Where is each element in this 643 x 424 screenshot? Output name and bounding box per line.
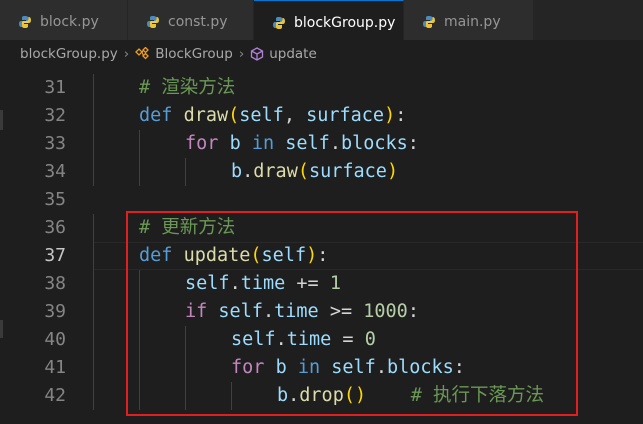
code-line[interactable]: 34 b.draw(surface) [0,158,643,186]
code-text: # 渲染方法 [139,74,235,102]
code-token: : [407,133,419,154]
code-token: in [251,133,275,154]
code-line[interactable]: 32 def draw(self, surface): [0,102,643,130]
method-symbol-icon [251,47,264,61]
code-token: def [139,105,173,126]
code-token: self [239,105,284,126]
indent-guide [93,326,94,354]
chevron-right-icon: › [123,46,130,62]
python-file-icon [422,15,436,29]
indent-guide [93,158,94,186]
code-text: def draw(self, surface): [139,102,406,130]
code-token: ( [297,161,309,182]
line-number: 36 [44,217,66,238]
python-file-icon [146,15,160,29]
line-number: 41 [44,357,66,378]
code-token: ) [386,161,399,182]
indent-guide [93,102,94,130]
indent-guide [93,298,94,326]
code-token: . [242,161,254,182]
code-token: draw [253,161,298,182]
code-token: b [229,133,241,154]
highlight-box [126,211,578,416]
breadcrumb-method[interactable]: update [250,46,317,62]
code-line[interactable]: 33 for b in self.blocks: [0,130,643,158]
indent-guide [93,242,94,270]
line-number: 37 [44,245,66,266]
code-token: . [329,133,341,154]
tab-label: const.py [168,14,228,30]
tab-blockgroup-py[interactable]: blockGroup.py ✕ [254,0,417,44]
indent-guide [93,270,94,298]
line-number: 40 [44,329,66,350]
line-number: 33 [44,133,66,154]
python-file-icon [18,15,32,29]
breadcrumb-class[interactable]: BlockGroup [135,46,233,62]
breadcrumb-method-label: update [269,46,317,62]
tab-label: main.py [444,14,501,30]
indent-guide [93,382,94,410]
line-number: 42 [44,385,66,406]
tab-const-py[interactable]: const.py [128,0,254,44]
breadcrumb: blockGroup.py › BlockGroup › update [0,40,643,68]
breadcrumb-file-label: blockGroup.py [20,46,118,62]
breadcrumb-class-label: BlockGroup [155,46,233,62]
code-token: surface [306,105,385,126]
code-token: surface [308,161,387,182]
code-token: self [285,133,330,154]
tab-label: block.py [40,14,99,30]
code-text: b.draw(surface) [231,158,398,186]
code-line[interactable]: 31 # 渲染方法 [0,74,643,102]
class-symbol-icon [135,47,150,60]
code-text: for b in self.blocks: [185,130,419,158]
chevron-right-icon: › [238,46,245,62]
code-token: : [395,105,407,126]
line-number: 39 [44,301,66,322]
editor-tab-bar: block.py const.py blockGroup.py ✕ main.p… [0,0,643,45]
code-token: b [231,161,243,182]
indent-guide [139,130,140,158]
code-token: draw [183,105,229,126]
code-token: for [185,133,219,154]
tab-main-py[interactable]: main.py [404,0,534,44]
indent-guide [185,158,186,186]
python-file-icon [272,16,286,30]
line-number: 31 [44,77,66,98]
code-token: ( [228,105,240,126]
code-token: # 渲染方法 [139,77,236,98]
line-number: 38 [44,273,66,294]
indent-guide [93,74,94,102]
indent-guide [93,214,94,242]
indent-guide [93,354,94,382]
code-token: ) [384,105,396,126]
code-token: , [283,105,307,126]
code-token: blocks [340,133,408,154]
breadcrumb-file[interactable]: blockGroup.py [20,46,118,62]
line-number: 32 [44,105,66,126]
line-number: 34 [44,161,66,182]
tab-label: blockGroup.py [294,14,396,31]
code-line[interactable]: 35 [0,186,643,214]
indent-guide [93,130,94,158]
line-number: 35 [44,189,66,210]
tab-block-py[interactable]: block.py [0,0,128,44]
indent-guide [139,158,140,186]
